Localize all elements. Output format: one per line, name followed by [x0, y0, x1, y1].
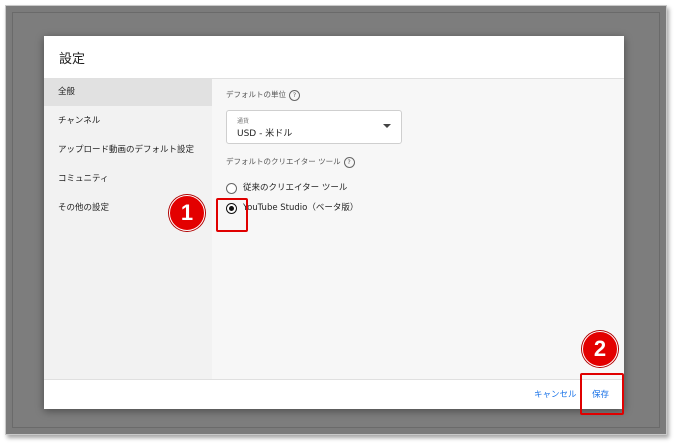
sidebar-item-upload-defaults[interactable]: アップロード動画のデフォルト設定 — [44, 137, 212, 164]
currency-caption: 通貨 — [237, 118, 250, 125]
sidebar-item-general[interactable]: 全般 — [44, 79, 212, 106]
help-icon[interactable]: ? — [289, 89, 300, 101]
settings-dialog: 設定 全般 チャンネル アップロード動画のデフォルト設定 コミュニティ その他の… — [44, 36, 624, 409]
dropdown-arrow-icon — [383, 124, 391, 128]
sidebar-item-channel[interactable]: チャンネル — [44, 108, 212, 135]
radio-unchecked-icon[interactable] — [226, 183, 237, 194]
radio-label-classic: 従来のクリエイター ツール — [243, 183, 348, 193]
help-icon[interactable]: ? — [343, 156, 355, 168]
units-label: デフォルトの単位 — [226, 90, 286, 99]
creator-tool-label: デフォルトのクリエイター ツール — [226, 157, 341, 166]
callout-box-radio — [216, 198, 248, 232]
callout-box-save — [580, 373, 624, 415]
dialog-title: 設定 — [59, 52, 86, 67]
sidebar-item-community[interactable]: コミュニティ — [44, 166, 212, 193]
currency-select[interactable]: 通貨 USD - 米ドル — [226, 110, 402, 144]
step-badge-2: 2 — [582, 331, 618, 367]
units-section: デフォルトの単位? — [226, 89, 300, 101]
settings-main-panel: デフォルトの単位? 通貨 USD - 米ドル デフォルトのクリエイター ツール?… — [212, 79, 624, 379]
footer-divider — [44, 379, 624, 380]
radio-label-studio: YouTube Studio（ベータ版） — [243, 203, 359, 213]
step-badge-1: 1 — [169, 195, 205, 231]
creator-tool-section: デフォルトのクリエイター ツール? — [226, 156, 355, 168]
cancel-button[interactable]: キャンセル — [534, 388, 577, 400]
currency-value: USD - 米ドル — [237, 129, 293, 139]
